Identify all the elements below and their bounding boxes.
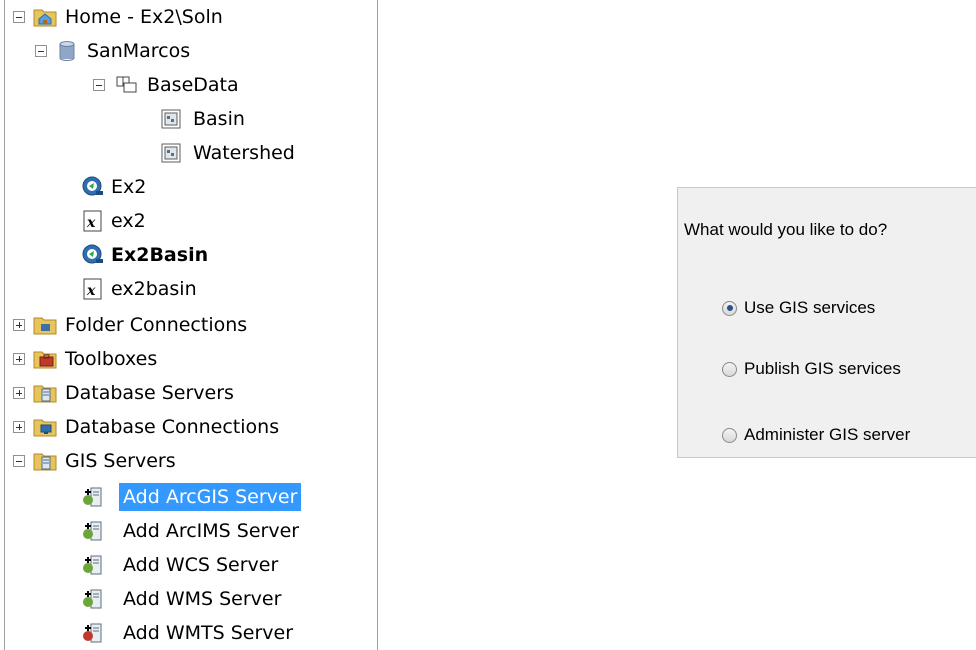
tree-item-home[interactable]: Home - Ex2\Soln	[5, 2, 375, 32]
folder-connection-icon	[33, 317, 57, 335]
tree-item-label: Database Connections	[65, 416, 280, 438]
expand-icon[interactable]	[13, 319, 25, 331]
feature-dataset-icon	[116, 76, 137, 93]
radio-button[interactable]	[722, 427, 737, 443]
map-document-icon	[82, 244, 103, 264]
collapse-icon[interactable]	[13, 11, 25, 23]
tree-item-label: Database Servers	[65, 382, 234, 404]
tree-item-database-connections[interactable]: Database Connections	[5, 412, 375, 442]
collapse-icon[interactable]	[35, 45, 47, 57]
tree-item-label: Ex2	[111, 176, 147, 198]
tree-item-add-wcs-server[interactable]: Add WCS Server	[5, 550, 375, 580]
tree-item-label: Add WCS Server	[123, 554, 279, 576]
tree-item-folder-connections[interactable]: Folder Connections	[5, 310, 375, 340]
tree-item-sanmarcos[interactable]: SanMarcos	[5, 36, 375, 66]
tree-item-ex2-map[interactable]: Ex2	[5, 172, 375, 202]
tree-item-label: Add ArcGIS Server	[119, 483, 302, 511]
add-server-icon	[83, 487, 102, 507]
tree-item-watershed[interactable]: Watershed	[5, 138, 375, 168]
expand-icon[interactable]	[13, 421, 25, 433]
tree-item-label: Ex2Basin	[111, 244, 209, 266]
tree-item-basin[interactable]: Basin	[5, 104, 375, 134]
action-prompt: What would you like to do?	[684, 220, 888, 239]
option-label: Use GIS services	[744, 298, 876, 317]
gis-servers-icon	[33, 453, 57, 471]
tree-item-ex2basin-map[interactable]: Ex2Basin	[5, 240, 375, 270]
tree-item-label: Home - Ex2\Soln	[65, 6, 223, 28]
option-use-gis-services[interactable]: Use GIS services	[722, 298, 875, 318]
tree-item-gis-servers[interactable]: GIS Servers	[5, 446, 375, 476]
expand-icon[interactable]	[13, 353, 25, 365]
option-administer-gis-server[interactable]: Administer GIS server	[722, 425, 910, 445]
svg-text:x: x	[86, 215, 96, 231]
radio-button-checked[interactable]	[722, 300, 737, 316]
option-label: Publish GIS services	[744, 359, 901, 378]
option-label: Administer GIS server	[744, 425, 911, 444]
tree-item-label: SanMarcos	[87, 40, 191, 62]
toolbox-icon	[33, 351, 57, 369]
tree-item-label: Basin	[193, 108, 245, 130]
home-folder-icon	[33, 9, 57, 27]
tree-item-label: Add WMTS Server	[123, 622, 294, 644]
tree-item-label: Watershed	[193, 142, 295, 164]
tree-item-ex2basin-xml[interactable]: x ex2basin	[5, 274, 375, 304]
tree-item-add-arcgis-server[interactable]: Add ArcGIS Server	[5, 482, 375, 512]
option-publish-gis-services[interactable]: Publish GIS services	[722, 359, 901, 379]
database-server-icon	[33, 385, 57, 403]
catalog-tree: Home - Ex2\Soln SanMarcos BaseData Basin	[4, 0, 378, 650]
tree-item-label: Toolboxes	[65, 348, 158, 370]
tree-item-label: ex2basin	[111, 278, 197, 300]
map-document-icon	[82, 176, 103, 196]
collapse-icon[interactable]	[13, 455, 25, 467]
tree-item-add-wmts-server[interactable]: Add WMTS Server	[5, 618, 375, 648]
collapse-icon[interactable]	[93, 79, 105, 91]
radio-button[interactable]	[722, 361, 737, 377]
server-action-panel: What would you like to do? Use GIS servi…	[677, 187, 976, 458]
add-server-icon	[83, 589, 102, 609]
tree-item-label: Add ArcIMS Server	[123, 520, 300, 542]
tree-item-label: ex2	[111, 210, 146, 232]
tree-item-basedata[interactable]: BaseData	[5, 70, 375, 100]
svg-text:x: x	[86, 283, 96, 299]
xml-file-icon: x	[83, 210, 102, 232]
tree-item-add-wms-server[interactable]: Add WMS Server	[5, 584, 375, 614]
tree-item-ex2-xml[interactable]: x ex2	[5, 206, 375, 236]
geodatabase-icon	[59, 41, 75, 61]
add-server-icon	[83, 555, 102, 575]
database-connection-icon	[33, 419, 57, 437]
tree-item-toolboxes[interactable]: Toolboxes	[5, 344, 375, 374]
expand-icon[interactable]	[13, 387, 25, 399]
feature-class-icon	[161, 109, 181, 129]
tree-item-label: GIS Servers	[65, 450, 176, 472]
feature-class-icon	[161, 143, 181, 163]
add-server-icon	[83, 623, 102, 643]
tree-item-add-arcims-server[interactable]: Add ArcIMS Server	[5, 516, 375, 546]
tree-item-label: Folder Connections	[65, 314, 248, 336]
tree-item-label: BaseData	[147, 74, 239, 96]
xml-file-icon: x	[83, 278, 102, 300]
add-server-icon	[83, 521, 102, 541]
tree-item-label: Add WMS Server	[123, 588, 282, 610]
tree-item-database-servers[interactable]: Database Servers	[5, 378, 375, 408]
